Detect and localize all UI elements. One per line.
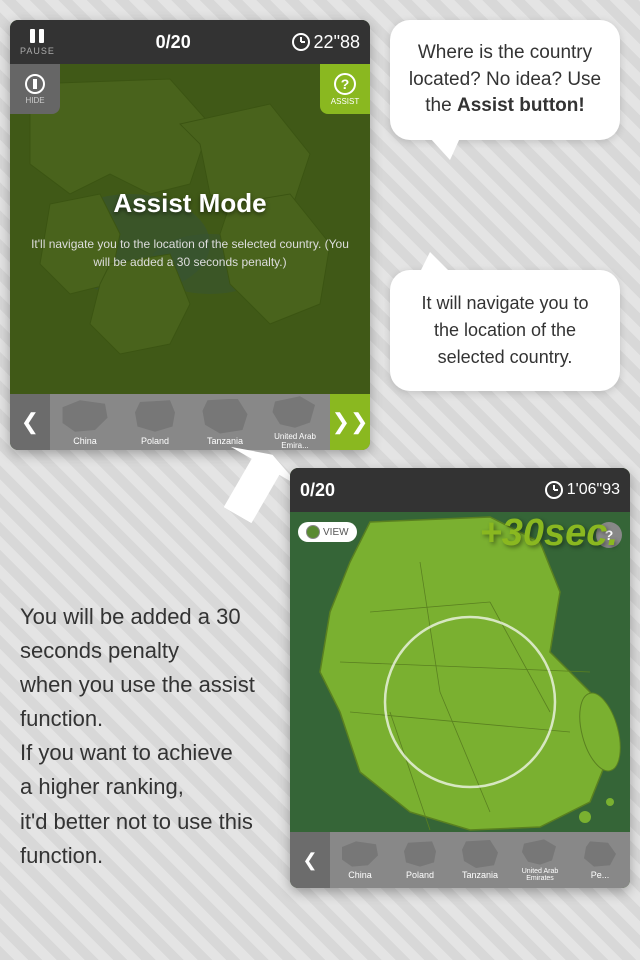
bottom-uae-silhouette bbox=[520, 838, 560, 866]
view-label: VIEW bbox=[323, 527, 349, 538]
globe-icon bbox=[306, 525, 320, 539]
uae-silhouette bbox=[270, 395, 320, 430]
pause-button[interactable]: PAUSE bbox=[20, 29, 55, 56]
bottom-country-items: China Poland Tanzania United ArabEmirate… bbox=[330, 832, 630, 888]
list-item[interactable]: Pe... bbox=[570, 832, 630, 888]
bottom-tanzania-label: Tanzania bbox=[462, 870, 498, 880]
list-item[interactable]: United ArabEmira... bbox=[260, 394, 330, 450]
hide-label: HIDE bbox=[25, 96, 44, 105]
left-text-line2: seconds penalty bbox=[20, 638, 179, 663]
bottom-peru-label: Pe... bbox=[591, 870, 610, 880]
left-description-text: You will be added a 30 seconds penalty w… bbox=[20, 600, 270, 873]
uae-label: United ArabEmira... bbox=[274, 432, 316, 450]
list-item[interactable]: Poland bbox=[390, 832, 450, 888]
africa-map-svg bbox=[290, 512, 630, 832]
bottom-poland-label: Poland bbox=[406, 870, 434, 880]
tanzania-silhouette bbox=[200, 399, 250, 434]
assist-mode-desc: It'll navigate you to the location of th… bbox=[10, 235, 370, 271]
bottom-timer: 1'06"93 bbox=[545, 481, 620, 499]
top-speech-bubble: Where is the country located? No idea? U… bbox=[390, 20, 620, 140]
bottom-uae-label: United ArabEmirates bbox=[522, 868, 559, 882]
assist-button[interactable]: ? ASSIST bbox=[320, 64, 370, 114]
left-text-line3: when you use the assist bbox=[20, 672, 255, 697]
left-text-line5: If you want to achieve bbox=[20, 740, 233, 765]
assist-button-text: Assist button! bbox=[457, 95, 585, 116]
china-silhouette bbox=[60, 399, 110, 434]
left-text-line1: You will be added a 30 bbox=[20, 604, 241, 629]
top-map-area: Assist Mode It'll navigate you to the lo… bbox=[10, 64, 370, 394]
top-timer-value: 22"88 bbox=[314, 32, 360, 53]
view-button[interactable]: VIEW bbox=[298, 522, 357, 542]
tanzania-label: Tanzania bbox=[207, 436, 243, 446]
top-country-bar: ❮ China Poland Tanzania United ArabEmira… bbox=[10, 394, 370, 450]
left-text-line6: a higher ranking, bbox=[20, 774, 184, 799]
bottom-tanzania-silhouette bbox=[460, 840, 500, 868]
bottom-nav-left-button[interactable]: ❮ bbox=[290, 832, 330, 888]
left-text-line4: function. bbox=[20, 706, 103, 731]
left-text-line8: function. bbox=[20, 843, 103, 868]
list-item[interactable]: China bbox=[50, 394, 120, 450]
bottom-speech-bubble: It will navigate you to the location of … bbox=[390, 270, 620, 391]
nav-right-button[interactable]: ❯❯ bbox=[330, 394, 370, 450]
assist-overlay: Assist Mode It'll navigate you to the lo… bbox=[10, 64, 370, 394]
hide-button[interactable]: HIDE bbox=[10, 64, 60, 114]
bottom-china-silhouette bbox=[340, 840, 380, 868]
bottom-map-area: VIEW ? bbox=[290, 512, 630, 832]
list-item[interactable]: Poland bbox=[120, 394, 190, 450]
clock-icon bbox=[292, 33, 310, 51]
bottom-game-header: 0/20 1'06"93 bbox=[290, 468, 630, 512]
bottom-poland-silhouette bbox=[400, 840, 440, 868]
hide-icon bbox=[25, 74, 45, 94]
poland-silhouette bbox=[130, 399, 180, 434]
top-game-header: PAUSE 0/20 22"88 bbox=[10, 20, 370, 64]
bottom-china-label: China bbox=[348, 870, 372, 880]
penalty-badge: +30sec. bbox=[480, 512, 618, 555]
top-timer: 22"88 bbox=[292, 32, 360, 53]
china-label: China bbox=[73, 436, 97, 446]
bubble-bottom-text: It will navigate you to the location of … bbox=[421, 293, 588, 367]
bubble-top-text: Where is the country located? No idea? U… bbox=[409, 42, 601, 116]
bottom-peru-silhouette bbox=[580, 840, 620, 868]
assist-label: ASSIST bbox=[331, 97, 359, 106]
bottom-score: 0/20 bbox=[300, 480, 335, 501]
top-game-screenshot: PAUSE 0/20 22"88 Assist Mode It'll navig… bbox=[10, 20, 370, 450]
bottom-timer-value: 1'06"93 bbox=[567, 481, 620, 499]
list-item[interactable]: China bbox=[330, 832, 390, 888]
bottom-clock-icon bbox=[545, 481, 563, 499]
assist-mode-title: Assist Mode bbox=[113, 188, 266, 219]
list-item[interactable]: Tanzania bbox=[190, 394, 260, 450]
pause-bar-left bbox=[30, 29, 35, 43]
list-item[interactable]: United ArabEmirates bbox=[510, 832, 570, 888]
assist-icon: ? bbox=[334, 73, 356, 95]
top-country-items: China Poland Tanzania United ArabEmira..… bbox=[50, 394, 330, 450]
bottom-country-bar: ❮ China Poland Tanzania United ArabEmira… bbox=[290, 832, 630, 888]
poland-label: Poland bbox=[141, 436, 169, 446]
pause-bar-right bbox=[39, 29, 44, 43]
pause-label: PAUSE bbox=[20, 46, 55, 56]
list-item[interactable]: Tanzania bbox=[450, 832, 510, 888]
left-text-line7: it'd better not to use this bbox=[20, 809, 253, 834]
top-score: 0/20 bbox=[156, 32, 191, 53]
nav-left-button[interactable]: ❮ bbox=[10, 394, 50, 450]
